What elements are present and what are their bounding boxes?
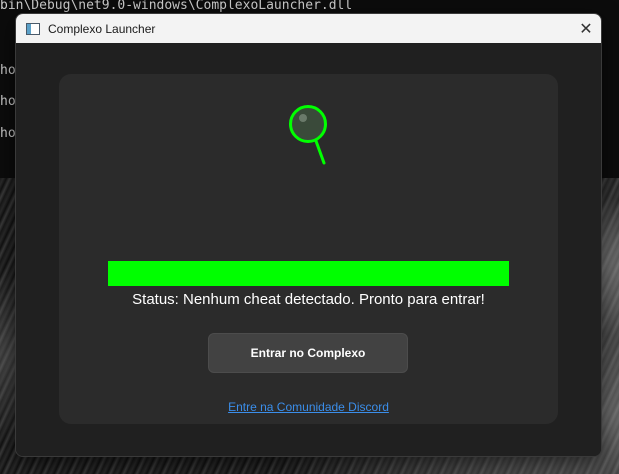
console-line: ho	[0, 94, 16, 109]
console-line: bin\Debug\net9.0-windows\ComplexoLaunche…	[0, 0, 353, 13]
scan-progress-bar	[108, 261, 509, 286]
window-title: Complexo Launcher	[48, 21, 156, 36]
app-window-icon	[26, 22, 40, 35]
launcher-card: Status: Nenhum cheat detectado. Pronto p…	[59, 74, 558, 424]
enter-button[interactable]: Entrar no Complexo	[208, 333, 408, 373]
discord-link[interactable]: Entre na Comunidade Discord	[59, 400, 558, 414]
close-button[interactable]: ✕	[571, 14, 601, 43]
magnifier-icon	[289, 105, 327, 165]
close-icon: ✕	[579, 20, 593, 38]
window-client-area: Status: Nenhum cheat detectado. Pronto p…	[16, 43, 601, 456]
scan-progress-fill	[108, 261, 509, 286]
console-line: ho	[0, 63, 16, 78]
status-text: Status: Nenhum cheat detectado. Pronto p…	[132, 291, 485, 308]
title-bar[interactable]: Complexo Launcher ✕	[16, 14, 601, 43]
launcher-window: Complexo Launcher ✕ Status: Nenhum cheat…	[15, 13, 602, 457]
console-line: ho	[0, 126, 16, 141]
